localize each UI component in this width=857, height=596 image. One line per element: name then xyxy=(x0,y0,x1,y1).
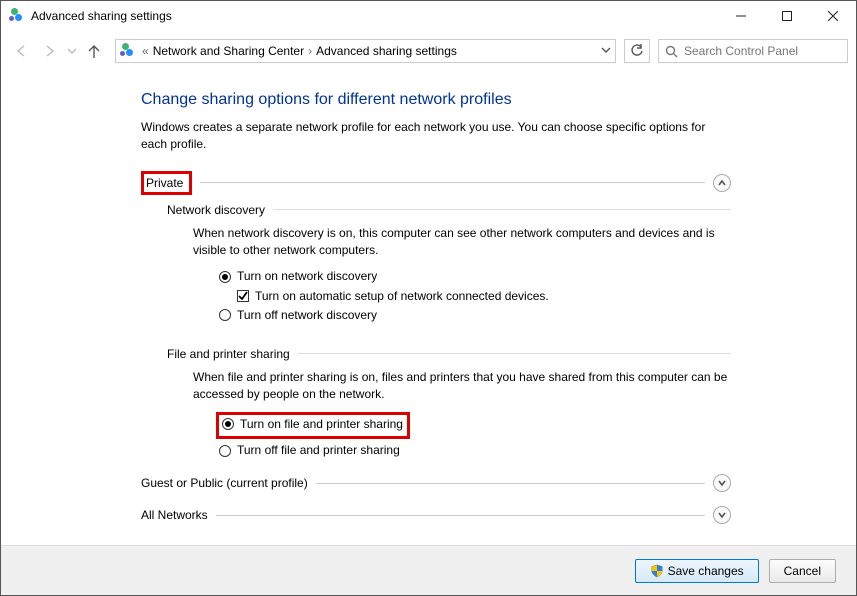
footer: Save changes Cancel xyxy=(1,545,856,595)
maximize-button[interactable] xyxy=(764,1,810,31)
save-changes-button[interactable]: Save changes xyxy=(635,559,759,583)
file-printer-sharing-desc: When file and printer sharing is on, fil… xyxy=(193,369,731,404)
refresh-button[interactable] xyxy=(624,39,650,63)
radio-icon xyxy=(219,309,231,321)
address-dropdown-icon[interactable] xyxy=(601,44,611,58)
expand-allnetworks-icon[interactable] xyxy=(713,506,731,524)
breadcrumb-item[interactable]: Network and Sharing Center xyxy=(153,44,304,58)
radio-discovery-off[interactable]: Turn off network discovery xyxy=(219,306,731,325)
file-printer-sharing-title: File and printer sharing xyxy=(167,347,731,361)
recent-dropdown[interactable] xyxy=(65,38,79,64)
window-title: Advanced sharing settings xyxy=(31,9,172,23)
network-discovery-title: Network discovery xyxy=(167,203,731,217)
highlight-private: Private xyxy=(141,171,192,195)
search-placeholder: Search Control Panel xyxy=(684,44,798,58)
breadcrumb-item[interactable]: Advanced sharing settings xyxy=(316,44,457,58)
expand-guest-icon[interactable] xyxy=(713,474,731,492)
radio-icon xyxy=(219,271,231,283)
radio-fps-on[interactable]: Turn on file and printer sharing xyxy=(222,415,403,434)
network-discovery-desc: When network discovery is on, this compu… xyxy=(193,225,731,260)
radio-discovery-on[interactable]: Turn on network discovery xyxy=(219,267,731,286)
minimize-button[interactable] xyxy=(718,1,764,31)
page-title: Change sharing options for different net… xyxy=(141,91,731,109)
breadcrumb-sep-icon: › xyxy=(308,44,312,58)
checkbox-auto-setup[interactable]: Turn on automatic setup of network conne… xyxy=(237,287,731,306)
section-private-header[interactable]: Private xyxy=(141,171,731,195)
radio-icon xyxy=(222,418,234,430)
collapse-private-icon[interactable] xyxy=(713,174,731,192)
back-button[interactable] xyxy=(9,38,35,64)
section-allnetworks-label: All Networks xyxy=(141,508,208,522)
checkbox-icon xyxy=(237,290,249,302)
section-guest-header[interactable]: Guest or Public (current profile) xyxy=(141,474,731,492)
breadcrumb-prefix: « xyxy=(142,44,149,58)
uac-shield-icon xyxy=(650,564,664,578)
cancel-button[interactable]: Cancel xyxy=(769,559,836,583)
section-guest-label: Guest or Public (current profile) xyxy=(141,476,308,490)
section-private-label: Private xyxy=(146,176,183,190)
section-allnetworks-header[interactable]: All Networks xyxy=(141,506,731,524)
content-area: Change sharing options for different net… xyxy=(1,71,856,545)
network-center-icon xyxy=(9,8,25,24)
navbar: « Network and Sharing Center › Advanced … xyxy=(1,31,856,71)
forward-button[interactable] xyxy=(37,38,63,64)
radio-fps-off[interactable]: Turn off file and printer sharing xyxy=(219,441,731,460)
radio-icon xyxy=(219,445,231,457)
highlight-fps-on: Turn on file and printer sharing xyxy=(216,412,410,439)
up-button[interactable] xyxy=(81,38,107,64)
address-bar[interactable]: « Network and Sharing Center › Advanced … xyxy=(115,39,616,63)
close-button[interactable] xyxy=(810,1,856,31)
network-center-icon xyxy=(120,43,136,59)
titlebar: Advanced sharing settings xyxy=(1,1,856,31)
search-input[interactable]: Search Control Panel xyxy=(658,39,848,63)
page-description: Windows creates a separate network profi… xyxy=(141,119,731,153)
